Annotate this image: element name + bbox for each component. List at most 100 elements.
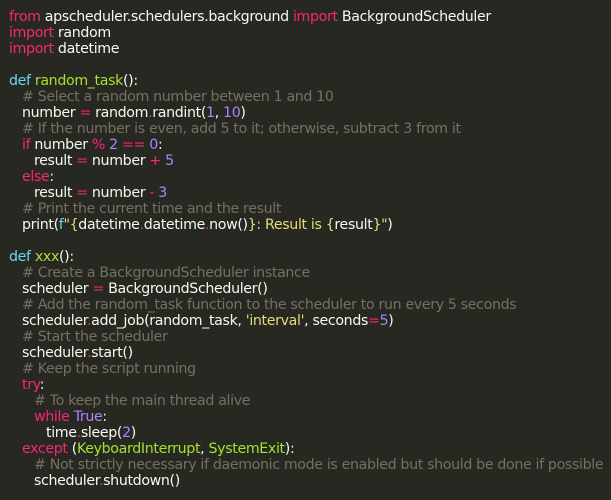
keyword-token: if bbox=[22, 137, 31, 153]
code-line: number = random.randint(1, 10) bbox=[9, 105, 611, 121]
comment-token: # Start the scheduler bbox=[22, 329, 168, 345]
text-token: number bbox=[22, 105, 80, 121]
number-token: 10 bbox=[223, 105, 241, 121]
text-token: : bbox=[102, 409, 107, 425]
comment-token: # Keep the script running bbox=[22, 361, 196, 377]
text-token: ( bbox=[67, 441, 78, 457]
number-token: 2 bbox=[122, 425, 131, 441]
operator-token: = bbox=[76, 153, 88, 169]
text-token: datetime bbox=[78, 217, 140, 233]
code-editor[interactable]: from apscheduler.schedulers.background i… bbox=[0, 0, 611, 500]
operator-token: == bbox=[122, 137, 146, 153]
keyword-token: import bbox=[9, 41, 54, 57]
text-token: , seconds bbox=[304, 313, 369, 329]
text-token: ) bbox=[240, 105, 246, 121]
text-token: (): bbox=[123, 73, 138, 89]
text-token: number bbox=[30, 137, 92, 153]
code-line: while True: bbox=[9, 409, 611, 425]
code-line: time.sleep(2) bbox=[9, 425, 611, 441]
text-token: print( bbox=[22, 217, 59, 233]
number-token: 1 bbox=[206, 105, 215, 121]
text-token: random bbox=[53, 25, 111, 41]
operator-token: = bbox=[368, 313, 380, 329]
keyword-token: from bbox=[9, 9, 41, 25]
code-line: # Select a random number between 1 and 1… bbox=[9, 89, 611, 105]
name-token: SystemExit bbox=[208, 441, 286, 457]
number-token: 3 bbox=[158, 185, 167, 201]
comment-token: # Not strictly necessary if daemonic mod… bbox=[34, 457, 604, 473]
text-token: add_job(random_task, bbox=[91, 313, 246, 329]
number-token: 5 bbox=[379, 313, 389, 329]
text-token: scheduler bbox=[34, 473, 99, 489]
code-line: import random bbox=[9, 25, 611, 41]
operator-token: = bbox=[79, 105, 91, 121]
number-token: 0 bbox=[149, 137, 158, 153]
code-line: if number % 2 == 0: bbox=[9, 137, 611, 153]
comment-token: # If the number is even, add 5 to it; ot… bbox=[22, 121, 461, 137]
text-token: : bbox=[157, 137, 163, 153]
text-token: random bbox=[90, 105, 149, 121]
code-line: result = number - 3 bbox=[9, 185, 611, 201]
name-token: random_task bbox=[34, 73, 123, 89]
text-token: ) bbox=[388, 313, 394, 329]
text-token: ) bbox=[130, 425, 137, 441]
text-token: number bbox=[87, 153, 150, 169]
text-token: number bbox=[87, 185, 150, 201]
text-token: result bbox=[34, 153, 77, 169]
code-line: else: bbox=[9, 169, 611, 185]
comment-token: # Print the current time and the result bbox=[22, 201, 282, 217]
keyword-token: def bbox=[9, 249, 31, 265]
operator-token: + bbox=[149, 153, 161, 169]
number-token: 2 bbox=[109, 137, 118, 153]
comment-token: # Add the random_task function to the sc… bbox=[22, 297, 517, 313]
code-line: def xxx(): bbox=[9, 249, 611, 265]
code-line: result = number + 5 bbox=[9, 153, 611, 169]
text-token: (): bbox=[59, 249, 74, 265]
string-token: "{ bbox=[63, 217, 79, 233]
code-line: scheduler.add_job(random_task, 'interval… bbox=[9, 313, 611, 329]
code-line: print(f"{datetime.datetime.now()}: Resul… bbox=[9, 217, 611, 233]
code-line: # To keep the main thread alive bbox=[9, 393, 611, 409]
code-line: # Keep the script running bbox=[9, 361, 611, 377]
operator-token: % bbox=[91, 137, 105, 153]
text-token: BackgroundScheduler bbox=[337, 9, 491, 25]
keyword-token: except bbox=[22, 441, 68, 457]
code-line: except (KeyboardInterrupt, SystemExit): bbox=[9, 441, 611, 457]
number-token: 5 bbox=[165, 153, 174, 169]
code-line: try: bbox=[9, 377, 611, 393]
name-token: KeyboardInterrupt bbox=[76, 441, 201, 457]
keyword-token: else bbox=[22, 169, 50, 185]
keyword-token: import bbox=[292, 9, 338, 25]
text-token: now() bbox=[209, 217, 248, 233]
comment-token: # Select a random number between 1 and 1… bbox=[22, 89, 334, 105]
text-token: randint( bbox=[152, 105, 207, 121]
keyword-token: import bbox=[9, 25, 54, 41]
code-line: def random_task(): bbox=[9, 73, 611, 89]
code-line: # Not strictly necessary if daemonic mod… bbox=[9, 457, 611, 473]
text-token: time bbox=[46, 425, 77, 441]
number-token: True bbox=[73, 409, 103, 425]
code-line: # If the number is even, add 5 to it; ot… bbox=[9, 121, 611, 137]
code-line: from apscheduler.schedulers.background i… bbox=[9, 9, 611, 25]
string-token: }: Result is { bbox=[247, 217, 335, 233]
string-token: 'interval' bbox=[245, 313, 305, 329]
operator-token: = bbox=[92, 281, 104, 297]
text-token: sleep( bbox=[80, 425, 123, 441]
text-token: apscheduler.schedulers.background bbox=[40, 9, 293, 25]
text-token: datetime bbox=[53, 41, 120, 57]
code-line: # Create a BackgroundScheduler instance bbox=[9, 265, 611, 281]
comment-token: # Create a BackgroundScheduler instance bbox=[22, 265, 310, 281]
comment-token: # To keep the main thread alive bbox=[34, 393, 251, 409]
operator-token: = bbox=[76, 185, 88, 201]
text-token: : bbox=[39, 377, 45, 393]
code-line: scheduler.start() bbox=[9, 345, 611, 361]
text-token: scheduler bbox=[22, 345, 87, 361]
text-token: BackgroundScheduler() bbox=[103, 281, 268, 297]
text-token: scheduler bbox=[22, 313, 87, 329]
keyword-token: def bbox=[9, 73, 31, 89]
text-token: shutdown() bbox=[103, 473, 180, 489]
code-line: # Print the current time and the result bbox=[9, 201, 611, 217]
string-token: }" bbox=[372, 217, 388, 233]
code-line: scheduler = BackgroundScheduler() bbox=[9, 281, 611, 297]
